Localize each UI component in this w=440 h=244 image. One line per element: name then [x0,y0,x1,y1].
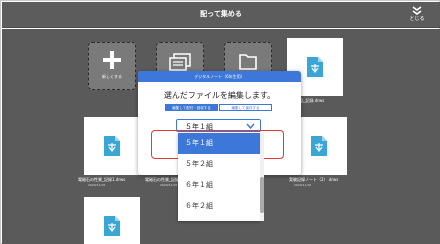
app-window: 配って集める とじる 新しくする 2の作品_記録.drws 電磁石の性質_記録1… [0,0,440,244]
file-icon [104,216,120,236]
file-icon [104,136,120,156]
class-option[interactable]: ６年１組 [178,175,260,196]
file-date: 2020/11/16 [160,183,178,187]
folder-icon [239,54,257,70]
file-card[interactable] [84,117,140,175]
new-tile-label: 新しくする [102,74,122,79]
class-option-list: ５年１組 ５年２組 ６年１組 ６年２組 [178,133,260,221]
class-option[interactable]: ６年２組 [178,196,260,217]
new-tile[interactable]: 新しくする [88,42,136,90]
dialog-message: 選んだファイルを編集します。 [163,91,276,100]
option-scrollbar[interactable] [260,133,264,221]
file-date: 2020/11/16 [88,183,106,187]
title-bar: 配って集める とじる [2,2,440,28]
class-option[interactable]: ５年２組 [178,154,260,175]
plus-icon [103,51,121,69]
close-button[interactable]: とじる [406,6,428,26]
scrollbar-thumb[interactable] [260,177,264,213]
chevron-down-icon [246,123,255,129]
edit-and-save-button[interactable]: 編集して保存する [219,104,272,111]
double-chevron-down-icon [412,6,422,15]
mode-toggle: 編集して配付・回収する 編集して保存する [165,104,272,111]
close-label: とじる [409,16,425,22]
edit-and-distribute-button[interactable]: 編集して配付・回収する [165,104,218,111]
file-card[interactable] [84,197,140,244]
app-title: 配って集める [200,10,242,18]
dialog-header: デジタルノート（6年生用） [138,71,301,82]
file-icon [311,136,327,156]
stacked-slides-icon [169,53,191,71]
class-option[interactable]: ５年１組 [178,133,260,154]
file-date: 2020/11/16 [294,183,312,187]
file-icon [307,57,323,77]
